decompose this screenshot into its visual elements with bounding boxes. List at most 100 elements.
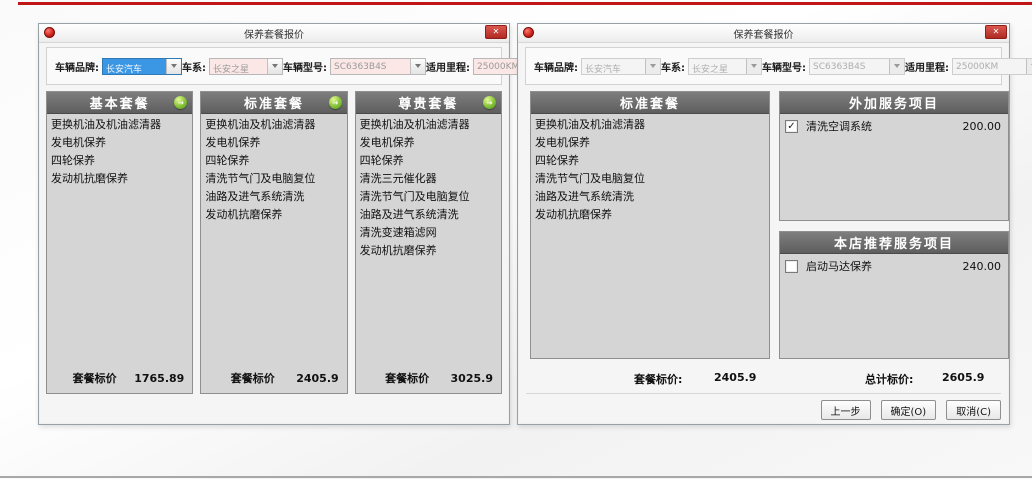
chevron-down-icon[interactable] [410,59,425,74]
service-row[interactable]: 清洗空调系统 200.00 [785,118,1003,134]
select-package-icon[interactable]: → [329,96,342,109]
package-item: 发动机抗磨保养 [51,170,188,188]
vehicle-form-disabled: 车辆品牌: 长安汽车 车系: 长安之星 车辆型号: SC6363B4S [525,47,1002,85]
field-label: 适用里程: [426,59,470,74]
chevron-down-icon [746,59,761,74]
form-field: 车系: 长安之星 [182,58,283,75]
combo-box-disabled: 长安汽车 [581,58,661,75]
field-label: 车辆品牌: [534,59,578,74]
combo-box-disabled: SC6363B4S [809,58,905,75]
field-label: 车系: [182,59,206,74]
selected-package-panel: 标准套餐 更换机油及机油滤清器发电机保养四轮保养清洗节气门及电脑复位油路及进气系… [530,91,770,359]
field-label: 适用里程: [905,59,949,74]
combo-value: SC6363B4S [331,59,410,74]
package-item: 发电机保养 [51,134,188,152]
chevron-down-icon[interactable] [267,59,282,74]
back-button[interactable]: 上一步 [821,400,871,420]
package-columns: 基本套餐 → 更换机油及机油滤清器发电机保养四轮保养发动机抗磨保养 套餐标价 1… [46,91,502,394]
service-row[interactable]: 启动马达保养 240.00 [785,258,1003,274]
package-item-list: 更换机油及机油滤清器发电机保养四轮保养清洗节气门及电脑复位油路及进气系统清洗发动… [531,114,769,358]
title-bar[interactable]: 保养套餐报价 ✕ [39,24,509,43]
cancel-button[interactable]: 取消(C) [946,400,1001,420]
price-label: 套餐标价 [364,370,451,386]
package-item: 发电机保养 [205,134,342,152]
price-label: 套餐标价 [55,370,134,386]
vehicle-form: 车辆品牌: 长安汽车 车系: 长安之星 车辆型号: SC6363B4S [46,47,502,85]
package-item: 四轮保养 [205,152,342,170]
recommended-service-list: 启动马达保养 240.00 [780,254,1008,358]
top-accent-line [18,2,1032,5]
service-checkbox[interactable] [785,260,798,273]
package-price-label: 套餐标价: [634,371,682,387]
dialog-title: 保养套餐报价 [734,26,794,41]
package-title: 标准套餐 [244,93,304,112]
form-field: 车辆型号: SC6363B4S [283,58,426,75]
package-item: 清洗节气门及电脑复位 [360,188,497,206]
close-icon[interactable]: ✕ [985,25,1007,39]
package-item: 四轮保养 [535,152,765,170]
service-price: 200.00 [963,120,1004,133]
title-bar[interactable]: 保养套餐报价 ✕ [518,24,1009,43]
package-column-standard: 标准套餐 → 更换机油及机油滤清器发电机保养四轮保养清洗节气门及电脑复位油路及进… [200,91,347,394]
form-field: 适用里程: 25000KM [905,58,1032,75]
service-price: 240.00 [963,260,1004,273]
form-field: 车辆品牌: 长安汽车 [55,58,182,75]
price-value: 1765.89 [134,372,184,385]
combo-box[interactable]: 长安汽车 [102,58,182,75]
panel-title: 本店推荐服务项目 [834,233,954,252]
package-item: 清洗节气门及电脑复位 [535,170,765,188]
selection-area: 标准套餐 更换机油及机油滤清器发电机保养四轮保养清洗节气门及电脑复位油路及进气系… [518,91,1009,359]
form-field: 车辆品牌: 长安汽车 [534,58,661,75]
package-item: 更换机油及机油滤清器 [535,116,765,134]
package-price-row: 套餐标价 1765.89 [47,370,192,393]
combo-box[interactable]: 长安之星 [209,58,283,75]
package-price-value: 2405.9 [714,371,756,384]
combo-value: SC6363B4S [810,59,889,74]
price-summary: 套餐标价: 2405.9 总计标价: 2605.9 [518,369,1009,385]
package-price-row: 套餐标价 3025.9 [356,370,501,393]
close-icon[interactable]: ✕ [485,25,507,39]
service-checkbox[interactable] [785,120,798,133]
package-quote-dialog-step2: 保养套餐报价 ✕ 车辆品牌: 长安汽车 车系: 长安之星 车辆型号: [517,23,1010,425]
recommended-services-header: 本店推荐服务项目 [780,232,1008,254]
service-label: 清洗空调系统 [806,118,872,134]
package-header: 尊贵套餐 → [356,92,501,114]
select-package-icon[interactable]: → [174,96,187,109]
combo-value: 长安汽车 [103,59,166,74]
recommended-services-panel: 本店推荐服务项目 启动马达保养 240.00 [779,231,1009,359]
chevron-down-icon [889,59,904,74]
package-item: 发动机抗磨保养 [535,206,765,224]
package-item: 发动机抗磨保养 [360,242,497,260]
total-price-label: 总计标价: [865,371,913,387]
form-field: 车辆型号: SC6363B4S [762,58,905,75]
app-icon [44,27,55,38]
select-package-icon[interactable]: → [483,96,496,109]
package-item: 四轮保养 [360,152,497,170]
bottom-divider-line [0,476,1032,478]
package-item: 发电机保养 [535,134,765,152]
package-item-list: 更换机油及机油滤清器发电机保养四轮保养清洗三元催化器清洗节气门及电脑复位油路及进… [356,114,501,370]
chevron-down-icon[interactable] [166,59,181,74]
package-price-row: 套餐标价 2405.9 [201,370,346,393]
combo-value: 长安之星 [210,59,267,74]
package-item: 四轮保养 [51,152,188,170]
package-header: 基本套餐 → [47,92,192,114]
addon-services-panel: 外加服务项目 清洗空调系统 200.00 [779,91,1009,221]
package-item: 更换机油及机油滤清器 [360,116,497,134]
total-price-value: 2605.9 [942,371,984,384]
package-item: 发电机保养 [360,134,497,152]
package-item: 更换机油及机油滤清器 [51,116,188,134]
addon-services-header: 外加服务项目 [780,92,1008,114]
chevron-down-icon [645,59,660,74]
package-item-list: 更换机油及机油滤清器发电机保养四轮保养发动机抗磨保养 [47,114,192,370]
package-item: 清洗三元催化器 [360,170,497,188]
combo-box[interactable]: SC6363B4S [330,58,426,75]
combo-value: 长安汽车 [582,59,645,74]
price-value: 3025.9 [451,372,493,385]
extra-services-column: 外加服务项目 清洗空调系统 200.00 本店推荐服务项目 [779,91,1009,359]
dialog-title: 保养套餐报价 [244,26,304,41]
package-item: 更换机油及机油滤清器 [205,116,342,134]
form-field: 车系: 长安之星 [661,58,762,75]
ok-button[interactable]: 确定(O) [881,400,937,420]
field-label: 车辆型号: [283,59,327,74]
